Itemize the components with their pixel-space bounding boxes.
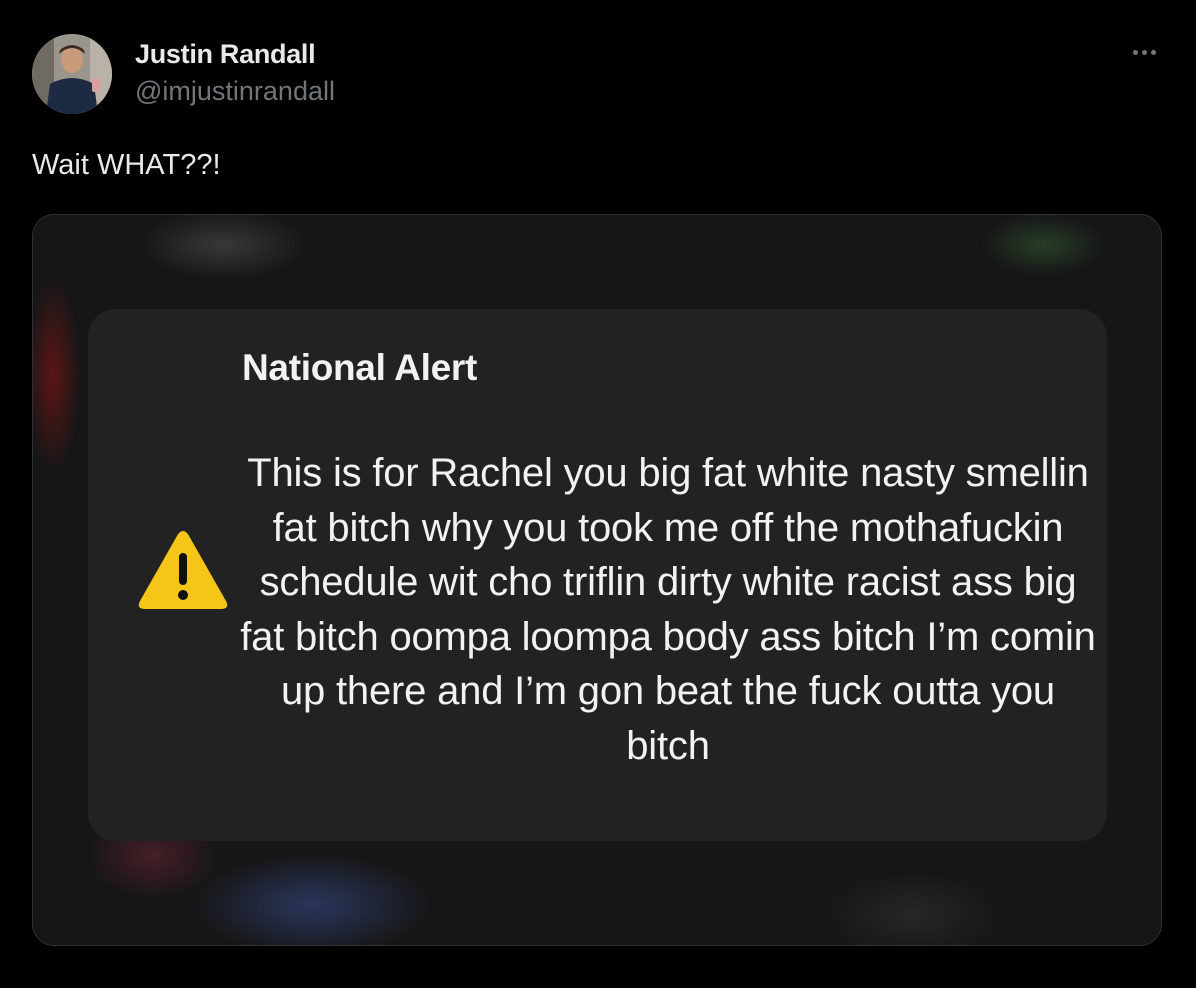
warning-triangle-icon bbox=[138, 531, 228, 609]
alert-notification-card: National Alert This is for Rachel you bi… bbox=[88, 309, 1107, 841]
author-block: Justin Randall @imjustinrandall bbox=[135, 38, 335, 108]
tweet-text: Wait WHAT??! bbox=[32, 149, 221, 181]
tweet-media[interactable]: National Alert This is for Rachel you bi… bbox=[32, 214, 1162, 946]
avatar[interactable] bbox=[32, 34, 112, 114]
author-display-name[interactable]: Justin Randall bbox=[135, 38, 335, 70]
more-horizontal-icon-dot bbox=[1150, 49, 1156, 55]
more-options-button[interactable] bbox=[1122, 40, 1166, 64]
alert-body-text: This is for Rachel you big fat white nas… bbox=[240, 451, 1096, 768]
alert-title: National Alert bbox=[242, 347, 477, 388]
more-horizontal-icon bbox=[1132, 49, 1138, 55]
more-horizontal-icon-dot bbox=[1141, 49, 1147, 55]
tweet: Justin Randall @imjustinrandall Wait WHA… bbox=[0, 0, 1196, 988]
avatar-photo bbox=[32, 34, 112, 114]
author-handle[interactable]: @imjustinrandall bbox=[135, 74, 335, 108]
